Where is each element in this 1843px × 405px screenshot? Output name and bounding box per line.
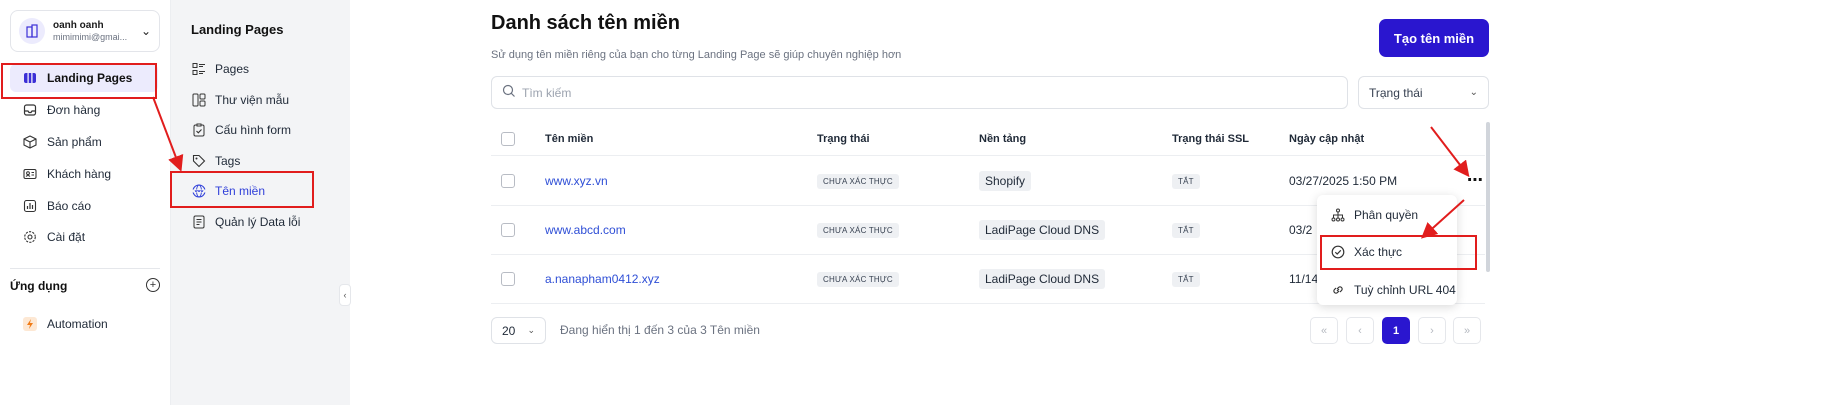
box-icon bbox=[22, 134, 38, 150]
per-page-value: 20 bbox=[502, 323, 516, 338]
main-content: Danh sách tên miền Sử dụng tên miền riên… bbox=[350, 0, 1843, 405]
subnav-item-templates[interactable]: Thư viện mẫu bbox=[181, 87, 341, 113]
sidebar-item-products[interactable]: Sản phẩm bbox=[10, 128, 158, 156]
status-badge: CHƯA XÁC THỰC bbox=[817, 173, 899, 189]
sub-sidebar-title: Landing Pages bbox=[191, 22, 284, 37]
sidebar-item-label: Báo cáo bbox=[47, 199, 92, 213]
updated-date: 03/2 bbox=[1289, 223, 1313, 237]
subnav-item-label: Quản lý Data lỗi bbox=[215, 215, 301, 229]
search-input[interactable] bbox=[522, 85, 1122, 100]
link-icon bbox=[1330, 282, 1346, 298]
status-badge: CHƯA XÁC THỰC bbox=[817, 271, 899, 287]
document-icon bbox=[191, 214, 207, 230]
menu-item-permissions[interactable]: Phân quyền bbox=[1317, 198, 1457, 232]
row-actions-more-icon[interactable]: ⋯ bbox=[1467, 170, 1484, 190]
subnav-item-data-errors[interactable]: Quản lý Data lỗi bbox=[181, 209, 341, 235]
chevron-down-icon: ⌄ bbox=[527, 325, 535, 335]
chevron-down-icon: ⌄ bbox=[140, 24, 151, 38]
table-header: Tên miền Trạng thái Nền tảng Trạng thái … bbox=[491, 122, 1485, 156]
subnav-item-label: Thư viện mẫu bbox=[215, 93, 290, 107]
account-switcher[interactable]: oanh oanh mimimimi@gmai... ⌄ bbox=[10, 10, 160, 52]
ssl-badge: TẮT bbox=[1172, 222, 1200, 238]
sidebar-divider bbox=[10, 268, 160, 269]
subnav-item-pages[interactable]: Pages bbox=[181, 56, 341, 82]
layout-icon bbox=[191, 92, 207, 108]
menu-item-label: Tuỳ chỉnh URL 404 bbox=[1354, 283, 1456, 297]
sidebar-item-customers[interactable]: Khách hàng bbox=[10, 160, 158, 188]
clipboard-icon bbox=[191, 122, 207, 138]
annotation-box-verify bbox=[1320, 235, 1477, 270]
list-icon bbox=[191, 61, 207, 77]
updated-date: 11/14 bbox=[1289, 272, 1319, 286]
first-page-button[interactable]: « bbox=[1310, 317, 1338, 344]
menu-item-custom-404[interactable]: Tuỳ chỉnh URL 404 bbox=[1317, 273, 1457, 307]
hierarchy-icon bbox=[1330, 207, 1346, 223]
subnav-item-label: Pages bbox=[215, 62, 250, 76]
sidebar-item-label: Khách hàng bbox=[47, 167, 112, 181]
account-name: oanh oanh bbox=[53, 19, 104, 31]
account-email: mimimimi@gmai... bbox=[53, 31, 128, 42]
sidebar-item-label: Đơn hàng bbox=[47, 103, 101, 117]
ssl-badge: TẮT bbox=[1172, 271, 1200, 287]
status-filter-select[interactable]: Trạng thái ⌄ bbox=[1358, 76, 1489, 109]
platform-badge: LadiPage Cloud DNS bbox=[979, 269, 1106, 289]
page-subtitle: Sử dụng tên miền riêng của bạn cho từng … bbox=[491, 49, 902, 61]
column-header-domain: Tên miền bbox=[545, 132, 594, 145]
search-icon bbox=[502, 84, 516, 101]
annotation-box-domains bbox=[170, 171, 314, 208]
pagination-info: Đang hiển thị 1 đến 3 của 3 Tên miền bbox=[560, 323, 760, 337]
status-badge: CHƯA XÁC THỰC bbox=[817, 222, 899, 238]
building-icon bbox=[19, 18, 45, 44]
sidebar-item-label: Automation bbox=[47, 317, 108, 331]
sidebar-item-reports[interactable]: Báo cáo bbox=[10, 192, 158, 220]
next-page-button[interactable]: › bbox=[1418, 317, 1446, 344]
gear-icon bbox=[22, 229, 38, 245]
row-checkbox[interactable] bbox=[501, 174, 515, 188]
platform-badge: Shopify bbox=[979, 171, 1032, 191]
sidebar-item-label: Sản phẩm bbox=[47, 135, 102, 149]
main-sidebar: oanh oanh mimimimi@gmai... ⌄ Landing Pag… bbox=[0, 0, 170, 405]
add-app-button[interactable]: + bbox=[146, 278, 160, 292]
page-button-current[interactable]: 1 bbox=[1382, 317, 1410, 344]
sidebar-item-settings[interactable]: Cài đặt bbox=[10, 223, 158, 251]
subnav-item-form-config[interactable]: Cấu hình form bbox=[181, 117, 341, 143]
menu-item-label: Phân quyền bbox=[1354, 208, 1419, 222]
page-title: Danh sách tên miền bbox=[491, 12, 680, 34]
create-domain-button[interactable]: Tạo tên miền bbox=[1379, 19, 1489, 57]
row-checkbox[interactable] bbox=[501, 223, 515, 237]
column-header-status: Trạng thái bbox=[817, 132, 870, 145]
subnav-item-label: Cấu hình form bbox=[215, 123, 292, 137]
table-scrollbar[interactable] bbox=[1486, 122, 1490, 272]
sidebar-item-label: Cài đặt bbox=[47, 230, 86, 244]
sidebar-item-automation[interactable]: Automation bbox=[10, 310, 158, 338]
domain-link[interactable]: a.nanapham0412.xyz bbox=[545, 255, 660, 303]
annotation-box-landing-pages bbox=[1, 63, 157, 99]
sidebar-item-orders[interactable]: Đơn hàng bbox=[10, 96, 158, 124]
search-box bbox=[491, 76, 1348, 109]
tag-icon bbox=[191, 153, 207, 169]
status-filter-value: Trạng thái bbox=[1369, 85, 1423, 100]
ssl-badge: TẮT bbox=[1172, 173, 1200, 189]
chevron-down-icon: ⌄ bbox=[1469, 87, 1478, 98]
select-all-checkbox[interactable] bbox=[501, 131, 515, 146]
column-header-platform: Nền tảng bbox=[979, 132, 1027, 145]
prev-page-button[interactable]: ‹ bbox=[1346, 317, 1374, 344]
per-page-select[interactable]: 20 ⌄ bbox=[491, 317, 546, 344]
platform-badge: LadiPage Cloud DNS bbox=[979, 220, 1106, 240]
apps-section-title: Ứng dụng bbox=[10, 279, 68, 293]
domain-link[interactable]: www.xyz.vn bbox=[545, 157, 608, 205]
row-checkbox[interactable] bbox=[501, 272, 515, 286]
chart-icon bbox=[22, 198, 38, 214]
last-page-button[interactable]: » bbox=[1453, 317, 1481, 344]
subnav-item-label: Tags bbox=[215, 154, 241, 168]
lightning-icon bbox=[22, 316, 38, 332]
column-header-updated: Ngày cập nhật bbox=[1289, 132, 1365, 145]
inbox-icon bbox=[22, 102, 38, 118]
contact-card-icon bbox=[22, 166, 38, 182]
column-header-ssl: Trạng thái SSL bbox=[1172, 132, 1250, 145]
domain-link[interactable]: www.abcd.com bbox=[545, 206, 626, 254]
